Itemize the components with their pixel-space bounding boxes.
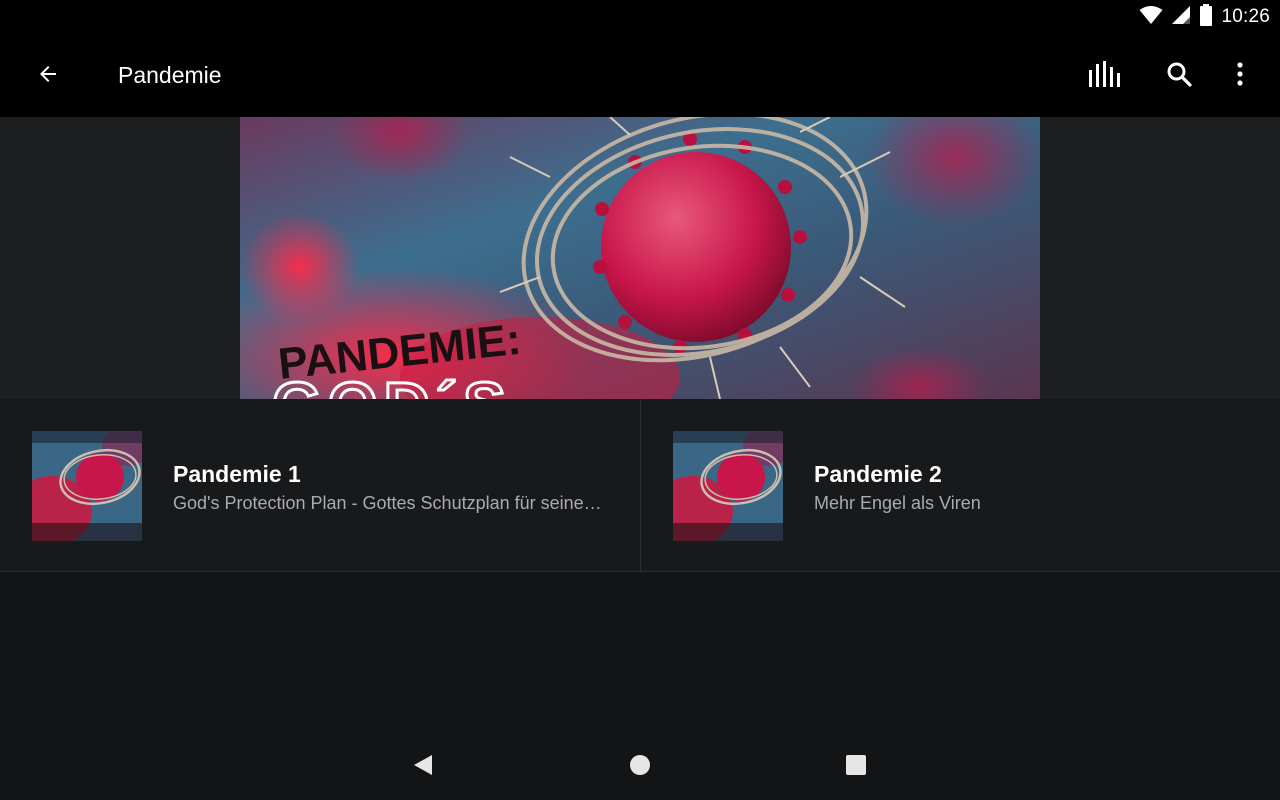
search-button[interactable] [1157,54,1201,98]
cellular-signal-icon [1171,5,1191,30]
episode-title: Pandemie 1 [173,461,301,487]
nav-home-button[interactable] [620,747,660,787]
more-options-button[interactable] [1218,54,1262,98]
list-item[interactable]: Pandemie 2 Mehr Engel als Viren [641,399,1280,572]
system-nav-bar [0,735,1280,800]
status-bar: 10:26 [0,0,1280,34]
battery-icon [1199,3,1213,31]
arrow-back-icon [36,62,60,91]
nav-back-button[interactable] [403,747,443,787]
more-vert-icon [1237,61,1243,91]
list-item[interactable]: Pandemie 1 God's Protection Plan - Gotte… [0,399,640,572]
nav-recents-icon [846,754,866,780]
banner-area: PANDEMIE: GOD´S [0,117,1280,399]
status-time: 10:26 [1221,6,1270,27]
equalizer-icon [1088,60,1120,92]
wifi-icon [1139,5,1163,30]
episode-list: Pandemie 1 God's Protection Plan - Gotte… [0,399,1280,572]
episode-subtitle: God's Protection Plan - Gottes Schutzpla… [173,493,603,513]
cover-image: PANDEMIE: GOD´S [240,117,1040,399]
back-button[interactable] [26,54,70,98]
search-icon [1166,61,1192,92]
episode-thumbnail [32,431,142,541]
nav-home-icon [629,754,651,781]
page-title: Pandemie [118,62,222,88]
nav-back-icon [413,754,433,781]
app-bar: Pandemie [0,34,1280,117]
episode-title: Pandemie 2 [814,461,942,487]
nav-recents-button[interactable] [836,747,876,787]
equalizer-button[interactable] [1082,54,1126,98]
episode-thumbnail [673,431,783,541]
episode-subtitle: Mehr Engel als Viren [814,493,981,513]
status-icons: 10:26 [1139,3,1270,31]
banner-subline: GOD´S [272,369,512,399]
